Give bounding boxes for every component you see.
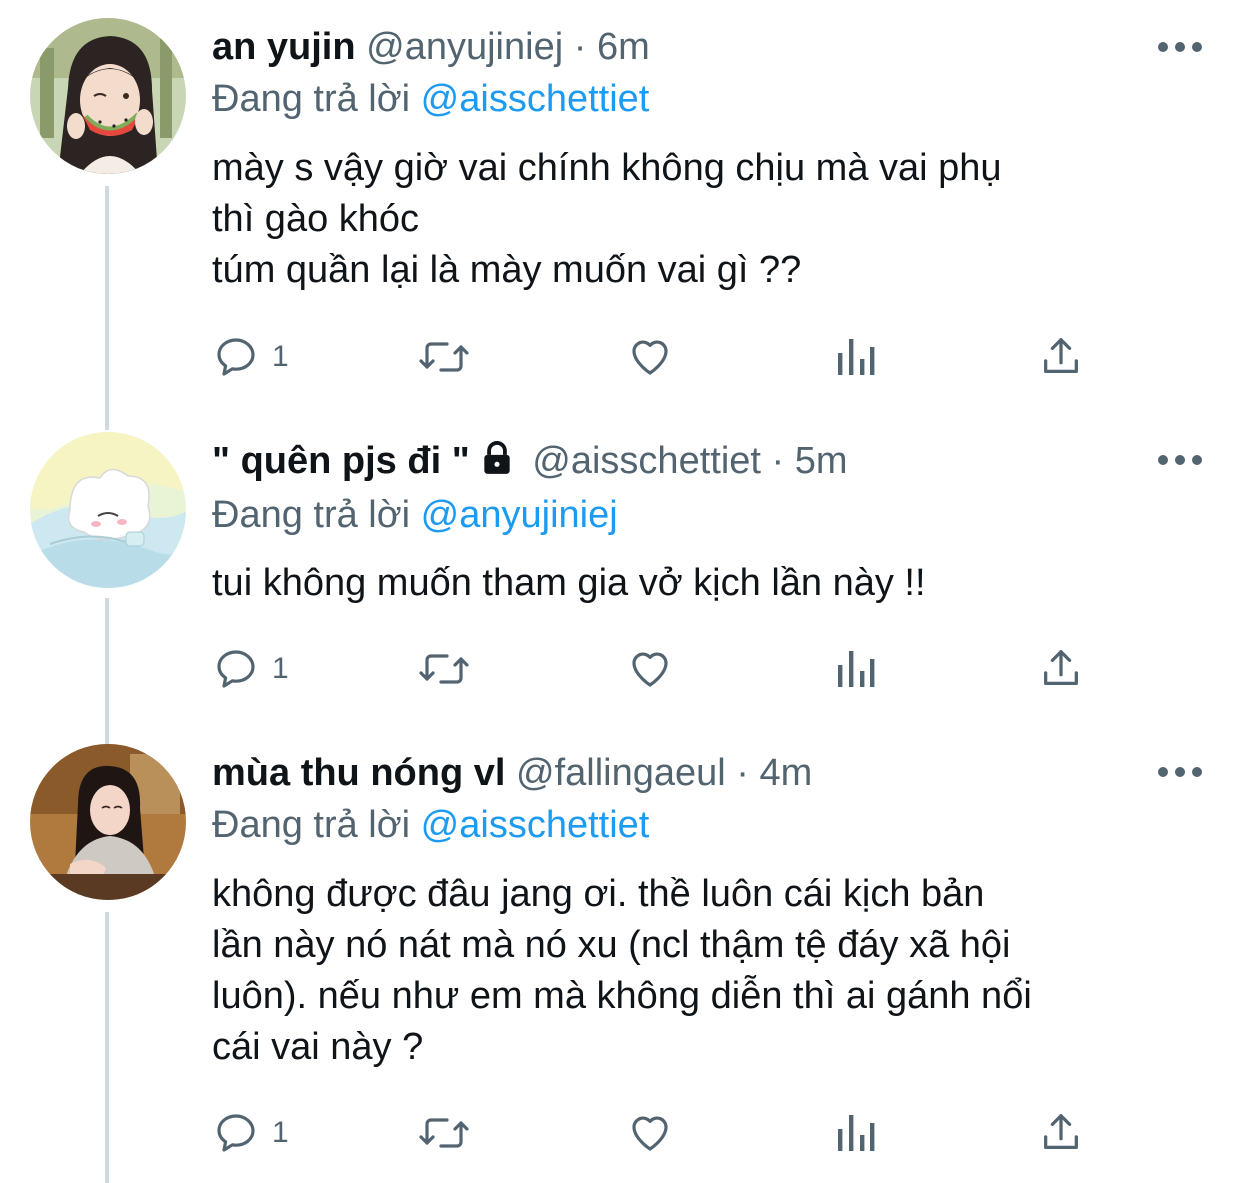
analytics-button[interactable] [834, 644, 878, 694]
tweet[interactable]: an yujin @anyujiniej · 6m Đang trả lời @… [0, 0, 1242, 420]
lock-icon [484, 441, 510, 474]
share-button[interactable] [1038, 332, 1084, 382]
share-icon [1044, 650, 1078, 686]
tweet-text: tui không muốn tham gia vở kịch lần này … [212, 562, 926, 604]
more-options-icon[interactable] [1158, 40, 1202, 54]
tweet-actions: 1 [212, 1108, 1112, 1158]
retweet-button[interactable] [417, 1108, 471, 1158]
avatar-illustration [30, 432, 186, 588]
replying-to: Đang trả lời @aisschettiet [212, 76, 649, 122]
reply-count: 1 [272, 340, 289, 373]
mention-link[interactable]: @aisschettiet [421, 78, 650, 120]
timestamp[interactable]: 4m [760, 752, 813, 794]
reply-icon [217, 338, 255, 376]
analytics-icon [838, 651, 875, 687]
reply-button[interactable]: 1 [212, 1108, 289, 1158]
timestamp[interactable]: 5m [795, 440, 848, 482]
tweet-header: " quên pjs đi " @aisschettiet · 5m [212, 438, 848, 484]
avatar[interactable] [30, 744, 186, 900]
like-button[interactable] [626, 332, 674, 382]
reply-button[interactable]: 1 [212, 644, 289, 694]
like-button[interactable] [626, 1108, 674, 1158]
share-button[interactable] [1038, 1108, 1084, 1158]
more-options-icon[interactable] [1158, 453, 1202, 467]
replying-to: Đang trả lời @anyujiniej [212, 492, 618, 538]
share-icon [1044, 338, 1078, 374]
analytics-button[interactable] [834, 332, 878, 382]
replying-to: Đang trả lời @aisschettiet [212, 802, 649, 848]
like-button[interactable] [626, 644, 674, 694]
separator-dot: · [736, 752, 749, 794]
mention-link[interactable]: @aisschettiet [421, 804, 650, 846]
reply-count: 1 [272, 1116, 289, 1149]
share-icon [1044, 1114, 1078, 1150]
analytics-button[interactable] [834, 1108, 878, 1158]
tweet-actions: 1 [212, 644, 1112, 694]
analytics-icon [838, 339, 875, 375]
heart-icon [632, 340, 668, 375]
tweet-text: mày s vậy giờ vai chính không chịu mà va… [212, 147, 1002, 291]
reply-count: 1 [272, 652, 289, 685]
separator-dot: · [573, 26, 587, 68]
avatar-photo [30, 18, 186, 174]
display-name[interactable]: mùa thu nóng vl [212, 752, 505, 794]
tweet[interactable]: mùa thu nóng vl @fallingaeul · 4m Đang t… [0, 730, 1242, 1183]
mention-link[interactable]: @anyujiniej [421, 494, 618, 536]
avatar[interactable] [30, 432, 186, 588]
reply-icon [217, 1114, 255, 1152]
retweet-icon [419, 342, 469, 372]
replying-to-label: Đang trả lời [212, 804, 411, 846]
retweet-button[interactable] [417, 332, 471, 382]
reply-button[interactable]: 1 [212, 332, 289, 382]
user-handle[interactable]: @aisschettiet [532, 440, 761, 482]
replying-to-label: Đang trả lời [212, 494, 411, 536]
tweet-text: không được đâu jang ơi. thề luôn cái kịc… [212, 873, 1032, 1068]
retweet-icon [419, 1118, 469, 1148]
replying-to-label: Đang trả lời [212, 78, 411, 120]
retweet-icon [419, 654, 469, 684]
heart-icon [632, 1116, 668, 1151]
more-options-icon[interactable] [1158, 765, 1202, 779]
reply-icon [217, 650, 255, 688]
user-handle[interactable]: @anyujiniej [366, 26, 563, 68]
heart-icon [632, 652, 668, 687]
tweet-header: mùa thu nóng vl @fallingaeul · 4m [212, 750, 812, 796]
separator-dot: · [771, 440, 785, 482]
user-handle[interactable]: @fallingaeul [516, 752, 726, 794]
share-button[interactable] [1038, 644, 1084, 694]
tweet-actions: 1 [212, 332, 1112, 382]
tweet-header: an yujin @anyujiniej · 6m [212, 24, 650, 70]
display-name[interactable]: an yujin [212, 26, 356, 68]
avatar-photo [30, 744, 186, 900]
analytics-icon [838, 1115, 875, 1151]
display-name[interactable]: " quên pjs đi " [212, 440, 470, 482]
timestamp[interactable]: 6m [597, 26, 650, 68]
avatar[interactable] [30, 18, 186, 174]
tweet[interactable]: " quên pjs đi " @aisschettiet · 5m Đang … [0, 420, 1242, 730]
retweet-button[interactable] [417, 644, 471, 694]
